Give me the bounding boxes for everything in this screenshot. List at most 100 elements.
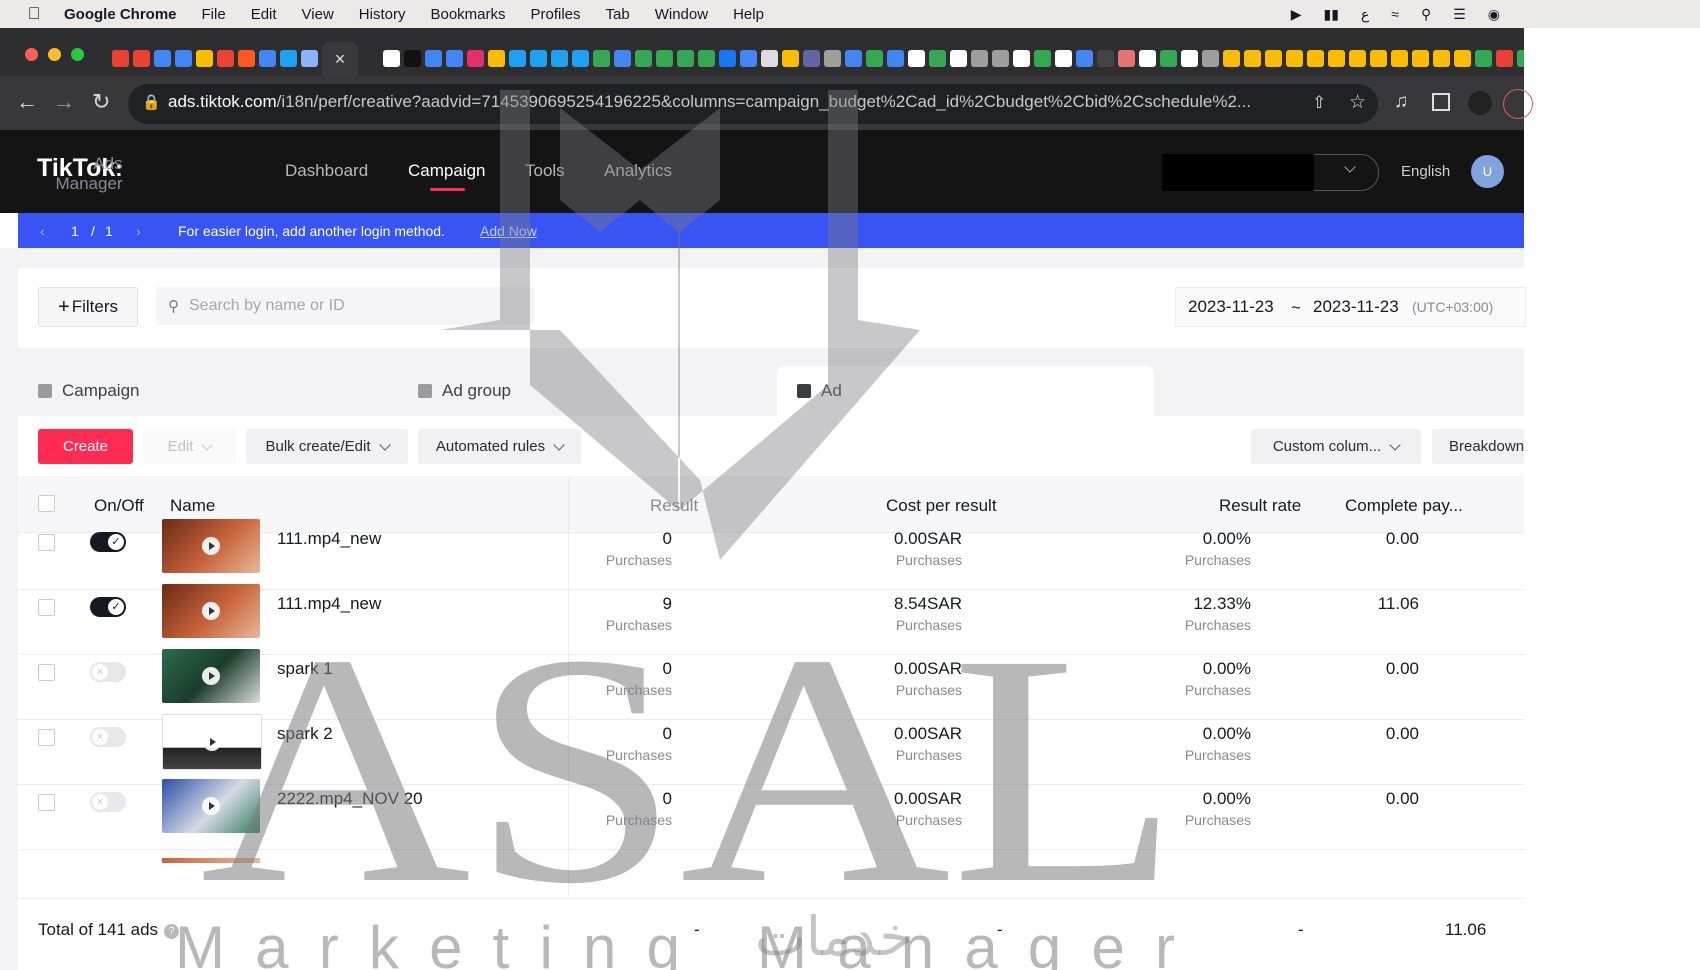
pinned-tab-favicon-icon[interactable] bbox=[803, 50, 820, 67]
col-result[interactable]: Result bbox=[650, 496, 698, 516]
zoom-window-icon[interactable] bbox=[71, 48, 84, 61]
ad-name[interactable]: 111.mp4_new bbox=[277, 594, 381, 614]
pinned-tab-favicon-icon[interactable] bbox=[677, 50, 694, 67]
banner-prev-icon[interactable]: ‹ bbox=[40, 223, 45, 239]
menu-profiles[interactable]: Profiles bbox=[531, 6, 581, 23]
menu-window[interactable]: Window bbox=[655, 6, 708, 23]
sidepanel-icon[interactable] bbox=[1432, 93, 1450, 111]
pinned-tab-favicon-icon[interactable] bbox=[1202, 50, 1219, 67]
breakdown-button[interactable]: Breakdown bbox=[1432, 429, 1524, 464]
pinned-tab-favicon-icon[interactable] bbox=[719, 50, 736, 67]
close-window-icon[interactable] bbox=[25, 48, 38, 61]
row-checkbox[interactable] bbox=[38, 599, 55, 616]
pinned-tab-favicon-icon[interactable] bbox=[1034, 50, 1051, 67]
apple-icon[interactable]:  bbox=[24, 4, 44, 24]
menu-tab[interactable]: Tab bbox=[606, 6, 630, 23]
pinned-tab-favicon-icon[interactable] bbox=[467, 50, 484, 67]
col-complete-payment[interactable]: Complete pay... bbox=[1345, 496, 1463, 516]
search-input[interactable] bbox=[187, 296, 511, 316]
forward-icon[interactable]: → bbox=[53, 88, 75, 116]
pinned-tab-favicon-icon[interactable] bbox=[698, 50, 715, 67]
ad-name[interactable]: spark 1 bbox=[277, 659, 333, 679]
pinned-tab-favicon-icon[interactable] bbox=[1097, 50, 1114, 67]
play-icon[interactable] bbox=[202, 797, 220, 815]
pinned-tab-favicon-icon[interactable] bbox=[1412, 50, 1429, 67]
col-cost-per-result[interactable]: Cost per result bbox=[886, 496, 997, 516]
pinned-tab-favicon-icon[interactable] bbox=[259, 50, 276, 67]
pinned-tab-favicon-icon[interactable] bbox=[446, 50, 463, 67]
play-icon[interactable] bbox=[202, 537, 220, 555]
nav-analytics[interactable]: Analytics bbox=[604, 161, 672, 181]
reload-icon[interactable]: ↻ bbox=[92, 88, 110, 116]
pinned-tab-favicon-icon[interactable] bbox=[950, 50, 967, 67]
pinned-tab-favicon-icon[interactable] bbox=[238, 50, 255, 67]
pinned-tab-favicon-icon[interactable] bbox=[1139, 50, 1156, 67]
pinned-tab-favicon-icon[interactable] bbox=[530, 50, 547, 67]
edit-button[interactable]: Edit bbox=[143, 429, 236, 464]
custom-columns-button[interactable]: Custom colum... bbox=[1251, 429, 1421, 464]
lock-icon[interactable]: 🔒 bbox=[142, 93, 161, 111]
pinned-tab-favicon-icon[interactable] bbox=[1181, 50, 1198, 67]
keyboard-input-icon[interactable]: ع bbox=[1361, 6, 1369, 23]
tab-ad[interactable]: Ad bbox=[797, 381, 842, 401]
filters-button[interactable]: + Filters bbox=[38, 287, 138, 327]
banner-next-icon[interactable]: › bbox=[136, 223, 141, 239]
pinned-tab-favicon-icon[interactable] bbox=[1433, 50, 1450, 67]
ad-name[interactable]: 2222.mp4_NOV 20 bbox=[277, 789, 423, 809]
pinned-tab-favicon-icon[interactable] bbox=[1391, 50, 1408, 67]
pinned-tab-favicon-icon[interactable] bbox=[1013, 50, 1030, 67]
pinned-tab-favicon-icon[interactable] bbox=[971, 50, 988, 67]
pinned-tab-favicon-icon[interactable] bbox=[908, 50, 925, 67]
pinned-tab-favicon-icon[interactable] bbox=[1265, 50, 1282, 67]
pinned-tab-favicon-icon[interactable] bbox=[175, 50, 192, 67]
on-off-toggle[interactable]: × bbox=[90, 727, 126, 747]
pinned-tab-favicon-icon[interactable] bbox=[1076, 50, 1093, 67]
on-off-toggle[interactable]: ✓ bbox=[90, 597, 126, 617]
menu-file[interactable]: File bbox=[202, 6, 226, 23]
pinned-tab-favicon-icon[interactable] bbox=[1475, 50, 1492, 67]
on-off-toggle[interactable]: × bbox=[90, 792, 126, 812]
media-icon[interactable]: ♫ bbox=[1394, 91, 1408, 113]
pinned-tab-favicon-icon[interactable] bbox=[635, 50, 652, 67]
pinned-tab-favicon-icon[interactable] bbox=[782, 50, 799, 67]
pinned-tab-favicon-icon[interactable] bbox=[404, 50, 421, 67]
pinned-tab-favicon-icon[interactable] bbox=[1286, 50, 1303, 67]
pinned-tab-favicon-icon[interactable] bbox=[1517, 50, 1524, 67]
play-icon[interactable] bbox=[202, 602, 220, 620]
pinned-tab-favicon-icon[interactable] bbox=[425, 50, 442, 67]
pinned-tab-favicon-icon[interactable] bbox=[112, 50, 129, 67]
row-checkbox[interactable] bbox=[38, 534, 55, 551]
nav-dashboard[interactable]: Dashboard bbox=[285, 161, 368, 181]
pinned-tab-favicon-icon[interactable] bbox=[280, 50, 297, 67]
pinned-tab-favicon-icon[interactable] bbox=[133, 50, 150, 67]
row-checkbox[interactable] bbox=[38, 664, 55, 681]
pinned-tab-favicon-icon[interactable] bbox=[593, 50, 610, 67]
pinned-tab-favicon-icon[interactable] bbox=[1370, 50, 1387, 67]
pinned-tab-favicon-icon[interactable] bbox=[1307, 50, 1324, 67]
bookmark-star-icon[interactable]: ☆ bbox=[1349, 91, 1366, 114]
pinned-tab-favicon-icon[interactable] bbox=[509, 50, 526, 67]
pinned-tab-favicon-icon[interactable] bbox=[551, 50, 568, 67]
pinned-tab-favicon-icon[interactable] bbox=[196, 50, 213, 67]
ad-name[interactable]: 111.mp4_new bbox=[277, 529, 381, 549]
nav-tools[interactable]: Tools bbox=[525, 161, 565, 181]
on-off-toggle[interactable]: × bbox=[90, 662, 126, 682]
avatar[interactable]: U bbox=[1471, 155, 1504, 188]
profile-badge-icon[interactable] bbox=[1503, 89, 1533, 119]
pinned-tab-favicon-icon[interactable] bbox=[1223, 50, 1240, 67]
pinned-tab-favicon-icon[interactable] bbox=[154, 50, 171, 67]
pinned-tab-favicon-icon[interactable] bbox=[1496, 50, 1513, 67]
share-icon[interactable]: ⇧ bbox=[1312, 93, 1326, 113]
pinned-tab-favicon-icon[interactable] bbox=[1118, 50, 1135, 67]
ad-thumbnail[interactable] bbox=[162, 714, 262, 770]
select-all-checkbox[interactable] bbox=[38, 495, 55, 512]
play-icon[interactable] bbox=[202, 667, 220, 685]
battery-icon[interactable]: ▮▮ bbox=[1323, 6, 1338, 23]
pinned-tab-favicon-icon[interactable] bbox=[301, 50, 318, 67]
col-result-rate[interactable]: Result rate bbox=[1219, 496, 1301, 516]
pinned-tab-favicon-icon[interactable] bbox=[572, 50, 589, 67]
menu-help[interactable]: Help bbox=[733, 6, 764, 23]
col-name[interactable]: Name bbox=[170, 496, 215, 516]
control-center-icon[interactable]: ☰ bbox=[1453, 6, 1466, 23]
wifi-icon[interactable]: ≈ bbox=[1391, 6, 1399, 22]
